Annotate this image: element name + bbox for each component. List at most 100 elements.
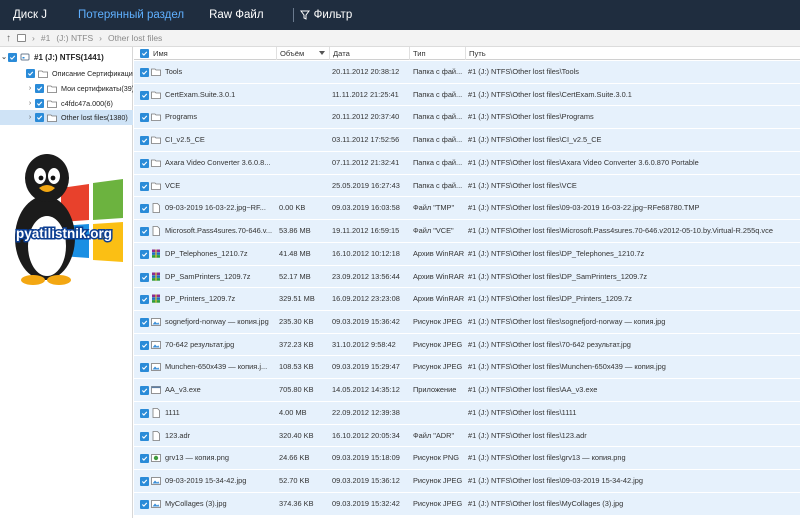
table-row[interactable]: 1111 4.00 MB 22.09.2012 12:39:38 #1 (J:) NT… [134, 401, 800, 425]
row-checkbox[interactable] [140, 227, 149, 237]
row-checkbox[interactable] [140, 408, 149, 418]
table-row[interactable]: 70-642 результат.jpg 372.23 KB 31.10.2012 … [134, 333, 800, 357]
chevron-right-icon[interactable]: › [26, 100, 34, 107]
cell-date: 16.09.2012 23:23:08 [332, 294, 400, 304]
cell-date: 09.03.2019 15:36:42 [332, 317, 400, 327]
folder-icon [38, 70, 48, 78]
row-checkbox[interactable] [140, 477, 149, 487]
chevron-right-icon[interactable]: › [26, 114, 34, 121]
cell-path: #1 (J:) NTFS\Other lost files\09-03-2019… [468, 203, 700, 213]
cell-size [279, 61, 329, 83]
row-checkbox[interactable] [140, 68, 149, 77]
row-checkbox[interactable] [140, 181, 149, 191]
tab-raw-file[interactable]: Raw Файл [196, 9, 263, 21]
tree-item-label: Other lost files(1380) [61, 113, 128, 122]
table-row[interactable]: 09-03-2019 16-03-22.jpg~RF... 0.00 KB 09.0… [134, 197, 800, 221]
chevron-right-icon[interactable]: › [26, 85, 34, 92]
row-checkbox[interactable] [140, 363, 149, 373]
column-name-label: Имя [153, 49, 168, 58]
table-row[interactable]: 123.adr 320.40 KB 16.10.2012 20:05:34 Файл … [134, 424, 800, 448]
column-header-type[interactable]: Тип [409, 47, 465, 60]
checkbox[interactable] [8, 52, 17, 62]
checkbox[interactable] [35, 113, 44, 122]
tree-item[interactable]: › Мои сертификаты(39) [0, 81, 133, 96]
tree-root[interactable]: ⌄ #1 (J:) NTFS(1441) [0, 49, 133, 65]
row-checkbox[interactable] [140, 136, 149, 146]
column-header-date[interactable]: Дата [329, 47, 409, 60]
checkbox[interactable] [26, 69, 35, 78]
cell-size: 41.48 MB [279, 248, 311, 258]
column-header-path[interactable]: Путь [465, 47, 800, 60]
cell-size [279, 106, 329, 128]
row-checkbox[interactable] [140, 431, 149, 441]
cell-name: 123.adr [165, 430, 191, 440]
row-checkbox[interactable] [140, 454, 149, 464]
table-row[interactable]: Axara Video Converter 3.6.0.8... 07.11.20… [134, 151, 800, 175]
up-arrow-icon[interactable]: ↑ [6, 33, 11, 44]
row-checkbox[interactable] [140, 249, 149, 259]
cell-size [279, 175, 329, 197]
tab-lost-partition[interactable]: Потерянный раздел [65, 9, 184, 21]
cell-size: 705.80 KB [279, 385, 314, 395]
table-row[interactable]: Programs 20.11.2012 20:37:40 Папка с фай..… [134, 106, 800, 130]
table-row[interactable]: AA_v3.exe 705.80 KB 14.05.2012 14:35:12 При… [134, 379, 800, 402]
column-header-name[interactable]: Имя [134, 47, 276, 60]
cell-name: Microsoft.Pass4sures.70-646.v... [165, 226, 273, 236]
column-header-row: Имя Объём Дата Тип Путь [134, 47, 800, 60]
table-row[interactable]: DP_SamPrinters_1209.7z 52.17 MB 23.09.2012… [134, 265, 800, 289]
cell-name: Axara Video Converter 3.6.0.8... [165, 157, 271, 167]
row-checkbox[interactable] [140, 295, 149, 305]
tab-disk[interactable]: Диск J [0, 9, 47, 21]
table-row[interactable]: VCE 25.05.2019 16:27:43 Папка с фай... #1 (… [134, 174, 800, 198]
row-checkbox[interactable] [140, 499, 149, 509]
cell-type: Архив WinRAR [413, 248, 465, 258]
checkbox[interactable] [35, 99, 44, 108]
table-row[interactable]: CI_v2.5_CE 03.11.2012 17:52:56 Папка с фай… [134, 129, 800, 152]
column-size-label: Объём [280, 49, 305, 58]
cell-path: #1 (J:) NTFS\Other lost files\grv13 — ко… [468, 453, 626, 463]
row-checkbox[interactable] [140, 272, 149, 282]
row-checkbox[interactable] [140, 158, 149, 168]
cell-type: Приложение [413, 385, 457, 395]
cell-date: 22.09.2012 12:39:38 [332, 407, 400, 417]
cell-size [279, 152, 329, 174]
cell-size: 0.00 KB [279, 203, 306, 213]
table-row[interactable]: grv13 — копия.png 24.66 KB 09.03.2019 15:1… [134, 447, 800, 471]
tree-item[interactable]: › c4fdc47a.000(6) [0, 96, 133, 111]
chevron-down-icon[interactable]: ⌄ [0, 53, 8, 61]
cell-size: 320.40 KB [279, 430, 314, 440]
table-row[interactable]: Microsoft.Pass4sures.70-646.v... 53.86 MB… [134, 220, 800, 243]
table-row[interactable]: Tools 20.11.2012 20:38:12 Папка с фай... #1… [134, 61, 800, 84]
row-checkbox[interactable] [140, 204, 149, 214]
checkbox[interactable] [35, 84, 44, 93]
cell-path: #1 (J:) NTFS\Other lost files\CI_v2.5_CE [468, 135, 602, 145]
table-row[interactable]: sognefjord-norway — копия.jpg 235.30 KB 09… [134, 311, 800, 334]
tree-item[interactable]: Описание Сертификаци [0, 66, 133, 81]
breadcrumb-partition[interactable]: (J:) NTFS [56, 33, 93, 43]
breadcrumb-folder[interactable]: Other lost files [108, 33, 162, 43]
row-checkbox[interactable] [140, 90, 149, 100]
table-row[interactable]: 09-03-2019 15-34-42.jpg 52.70 KB 09.03.201… [134, 470, 800, 493]
folder-icon [151, 67, 161, 77]
folder-icon [47, 114, 57, 122]
row-checkbox[interactable] [140, 386, 149, 396]
row-checkbox[interactable] [140, 340, 149, 350]
table-row[interactable]: DP_Printers_1209.7z 329.51 MB 16.09.2012 2… [134, 288, 800, 312]
table-row[interactable]: CertExam.Suite.3.0.1 11.11.2012 21:25:41 П… [134, 83, 800, 107]
table-row[interactable]: MyCollages (3).jpg 374.36 KB 09.03.2019 15… [134, 492, 800, 516]
cell-name: sognefjord-norway — копия.jpg [165, 317, 269, 327]
cell-path: #1 (J:) NTFS\Other lost files\VCE [468, 180, 577, 190]
filter-button[interactable]: Фильтр [299, 9, 352, 21]
cell-path: #1 (J:) NTFS\Other lost files\DP_Telepho… [468, 248, 645, 258]
select-all-checkbox[interactable] [140, 49, 149, 58]
table-row[interactable]: DP_Telephones_1210.7z 41.48 MB 16.10.2012 … [134, 242, 800, 266]
breadcrumb-drive[interactable]: #1 [41, 33, 50, 43]
cell-type: Папка с фай... [413, 135, 463, 145]
row-checkbox[interactable] [140, 113, 149, 123]
cell-size: 52.70 KB [279, 476, 310, 486]
row-checkbox[interactable] [140, 318, 149, 328]
cell-date: 19.11.2012 16:59:15 [332, 226, 400, 236]
cell-path: #1 (J:) NTFS\Other lost files\70-642 рез… [468, 339, 631, 349]
table-row[interactable]: Munchen-650x439 — копия.j... 108.53 KB 09.… [134, 356, 800, 380]
tree-item-selected[interactable]: › Other lost files(1380) [0, 110, 133, 125]
